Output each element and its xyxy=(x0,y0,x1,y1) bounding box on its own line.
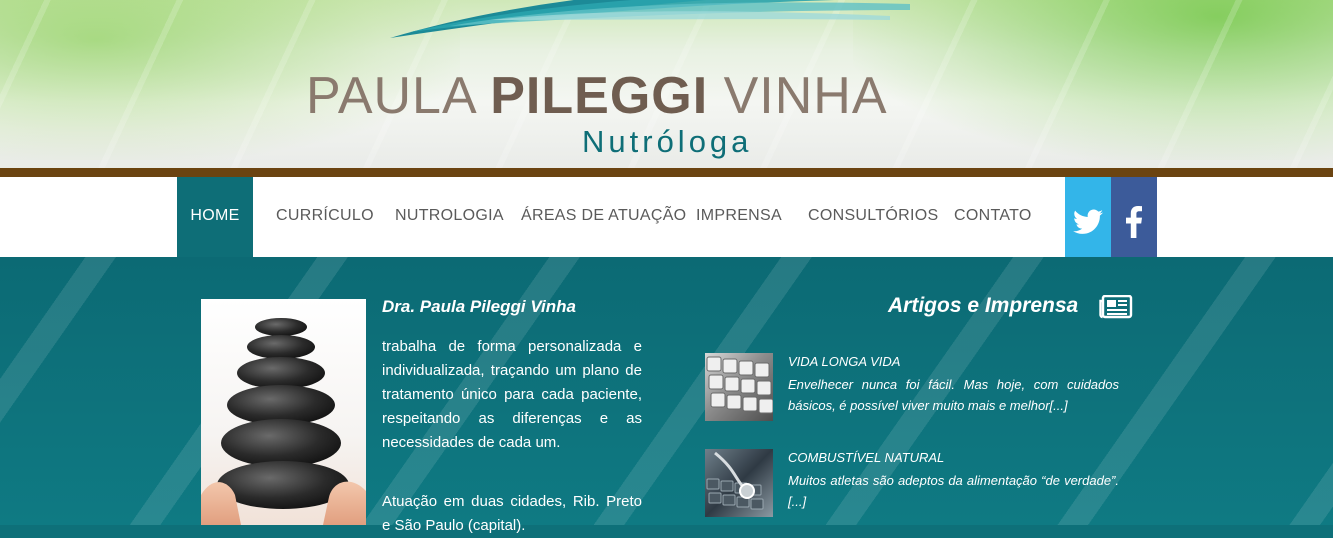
article-thumbnail-1-image xyxy=(706,356,773,414)
nav-consultorios[interactable]: CONSULTÓRIOS xyxy=(808,177,938,257)
intro-title: Dra. Paula Pileggi Vinha xyxy=(382,297,576,316)
facebook-button[interactable] xyxy=(1111,177,1157,266)
logo-name: PAULA PILEGGI VINHA xyxy=(306,70,888,122)
background-streaks xyxy=(0,257,1333,525)
content-area xyxy=(0,257,1333,525)
logo-name-bold: PILEGGI xyxy=(490,67,709,125)
newspaper-icon xyxy=(1099,295,1133,319)
logo-subtitle: Nutróloga xyxy=(582,124,753,159)
nav-home[interactable]: HOME xyxy=(177,177,253,257)
article-excerpt-2: Muitos atletas são adeptos da alimentaçã… xyxy=(788,473,1119,509)
facebook-icon xyxy=(1126,205,1142,238)
twitter-button[interactable] xyxy=(1065,177,1111,266)
twitter-icon xyxy=(1073,209,1103,234)
article-excerpt-1: Envelhecer nunca foi fácil. Mas hoje, co… xyxy=(788,377,1119,413)
header-divider xyxy=(0,168,1333,177)
logo-name-last: VINHA xyxy=(723,67,888,125)
nav-contato[interactable]: CONTATO xyxy=(954,177,1032,257)
nav-imprensa[interactable]: IMPRENSA xyxy=(696,177,782,257)
stones-illustration xyxy=(201,318,366,525)
nav-areas-de-atuacao[interactable]: ÁREAS DE ATUAÇÃO xyxy=(521,177,686,257)
article-thumbnail-2[interactable] xyxy=(705,449,773,517)
article-title-2[interactable]: COMBUSTÍVEL NATURAL xyxy=(788,450,944,465)
article-thumbnail-1[interactable] xyxy=(705,353,773,421)
nav-nutrologia[interactable]: NUTROLOGIA xyxy=(395,177,504,257)
intro-paragraph-2: Atuação em duas cidades, Rib. Preto e Sã… xyxy=(382,493,642,534)
article-title-1[interactable]: VIDA LONGA VIDA xyxy=(788,354,900,369)
stacked-stones-photo xyxy=(201,299,366,525)
logo-name-first: PAULA xyxy=(306,67,475,125)
nav-curriculo[interactable]: CURRÍCULO xyxy=(276,177,374,257)
intro-paragraph-1: trabalha de forma personalizada e indivi… xyxy=(382,338,642,451)
logo-leaf-graphic xyxy=(390,0,910,38)
article-thumbnail-2-image xyxy=(706,451,764,510)
site-header: PAULA PILEGGI VINHA Nutróloga xyxy=(0,0,1333,170)
articles-heading: Artigos e Imprensa xyxy=(888,294,1079,317)
